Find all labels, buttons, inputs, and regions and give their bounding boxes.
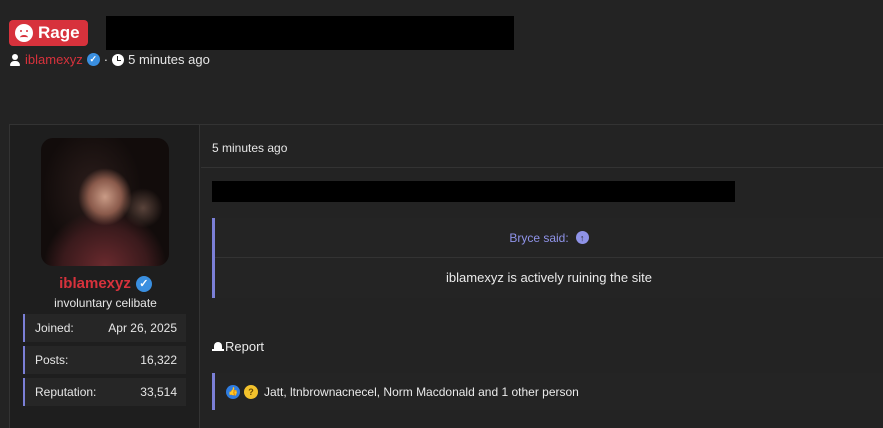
user-title: involuntary celibate (54, 296, 157, 310)
user-panel: iblamexyz ✓ involuntary celibate Joined:… (9, 125, 200, 428)
post: iblamexyz ✓ involuntary celibate Joined:… (9, 124, 883, 428)
reactions-bar[interactable]: 👍 ? Jatt, ltnbrownacnecel, Norm Macdonal… (212, 373, 883, 410)
user-name-row: iblamexyz ✓ (10, 275, 201, 292)
report-button[interactable]: Report (212, 339, 264, 354)
like-icon: 👍 (226, 384, 240, 399)
prefix-label-rage[interactable]: Rage (9, 20, 88, 46)
rage-face-icon (15, 24, 33, 42)
thread-title-redacted (105, 16, 514, 50)
stat-posts: Posts: 16,322 (23, 346, 186, 374)
stat-value: Apr 26, 2025 (108, 321, 177, 335)
stat-value: 33,514 (140, 385, 177, 399)
stat-reputation: Reputation: 33,514 (23, 378, 186, 406)
post-timestamp[interactable]: 5 minutes ago (212, 141, 287, 155)
thinking-face-icon: ? (244, 384, 258, 399)
stat-joined: Joined: Apr 26, 2025 (23, 314, 186, 342)
thread-posted-time[interactable]: 5 minutes ago (128, 52, 210, 67)
stat-label: Reputation: (35, 385, 97, 399)
report-label: Report (225, 339, 265, 354)
thread-meta: iblamexyz ✓ · 5 minutes ago (9, 52, 210, 67)
divider (201, 167, 883, 168)
verified-icon: ✓ (86, 53, 100, 66)
quote-block: Bryce said: ↑ iblamexyz is actively ruin… (212, 218, 883, 298)
thread-author-link[interactable]: iblamexyz (25, 52, 83, 67)
person-icon (9, 53, 21, 66)
bell-icon (212, 341, 224, 353)
arrow-up-icon[interactable]: ↑ (575, 231, 589, 244)
quote-header[interactable]: Bryce said: ↑ (215, 218, 883, 258)
thread-header: Rage (9, 16, 514, 50)
post-body-redacted (212, 181, 735, 202)
quote-text: iblamexyz is actively ruining the site (446, 270, 652, 285)
meta-separator: · (103, 52, 109, 67)
prefix-label-text: Rage (38, 23, 80, 42)
clock-icon (112, 53, 125, 66)
stat-label: Joined: (35, 321, 74, 335)
stat-value: 16,322 (140, 353, 177, 367)
verified-icon: ✓ (135, 275, 152, 292)
user-name-link[interactable]: iblamexyz (59, 275, 131, 292)
reactions-list[interactable]: Jatt, ltnbrownacnecel, Norm Macdonald an… (264, 385, 579, 399)
quote-author[interactable]: Bryce said: (509, 231, 568, 245)
stat-label: Posts: (35, 353, 69, 367)
avatar[interactable] (41, 138, 169, 266)
post-content: 5 minutes ago Bryce said: ↑ iblamexyz is… (201, 125, 883, 428)
